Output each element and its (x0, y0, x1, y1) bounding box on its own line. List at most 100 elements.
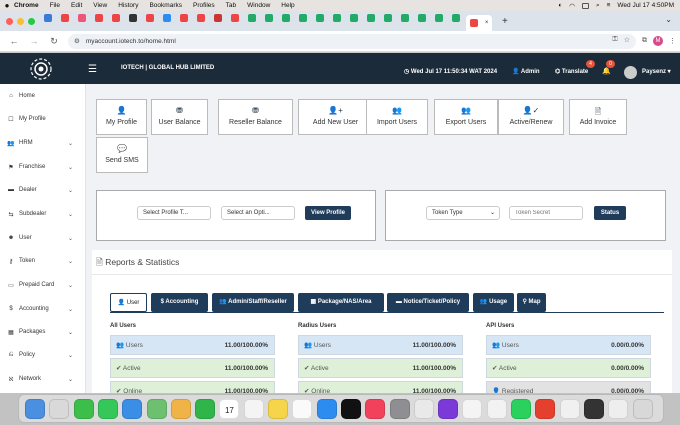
view-profile-button[interactable]: View Profile (305, 206, 351, 220)
apple-icon[interactable]: ● (0, 1, 14, 10)
browser-tab[interactable] (92, 11, 105, 25)
bookmark-star-icon[interactable]: ☆ (624, 36, 630, 44)
browser-tab[interactable] (75, 11, 88, 25)
site-info-icon[interactable]: ⚙ (74, 37, 80, 45)
freeform-icon[interactable] (292, 399, 313, 419)
app-logo[interactable] (28, 57, 54, 81)
password-key-icon[interactable]: ⚿ (612, 36, 617, 44)
facetime-icon[interactable] (73, 399, 94, 419)
sidebar-item-home[interactable]: ⌂ Home (0, 89, 86, 103)
browser-tab[interactable] (449, 11, 462, 25)
sidebar-item-packages[interactable]: ▦ Packages ⌄ (0, 325, 86, 339)
token-secret-input[interactable] (509, 206, 583, 220)
menu-window[interactable]: Window (247, 2, 270, 9)
messages-icon[interactable] (97, 399, 118, 419)
quick-export-users-button[interactable]: 👥 Export Users (434, 99, 498, 135)
minimize-window-icon[interactable] (17, 17, 24, 25)
document-icon[interactable] (559, 399, 580, 419)
browser-tab[interactable] (109, 11, 122, 25)
finder-icon[interactable] (25, 399, 45, 419)
bell-icon[interactable]: 🔔 (602, 67, 611, 75)
select-profile-type[interactable]: Select Profile T... (137, 206, 211, 220)
menubar-clock[interactable]: Wed Jul 17 4:50PM (617, 2, 674, 9)
status-icon[interactable]: ◐ (558, 2, 562, 9)
browser-tab[interactable] (364, 11, 377, 25)
browser-tab[interactable] (398, 11, 411, 25)
back-icon[interactable]: ← (8, 36, 20, 46)
admin-link[interactable]: 👤 Admin (512, 68, 540, 75)
browser-tab[interactable] (415, 11, 428, 25)
search-icon[interactable]: ⌕ (596, 2, 600, 10)
whatsapp-icon[interactable] (511, 399, 531, 419)
facetime2-icon[interactable] (195, 399, 216, 419)
menu-help[interactable]: Help (281, 2, 294, 9)
profile-avatar[interactable]: M (653, 36, 663, 46)
status-button[interactable]: Status (594, 206, 626, 220)
trash-icon[interactable] (632, 399, 653, 419)
menu-bookmarks[interactable]: Bookmarks (149, 2, 182, 9)
browser-tab[interactable] (347, 11, 360, 25)
browser-tab[interactable] (126, 11, 139, 25)
browser-tab-active[interactable]: × (466, 15, 492, 31)
browser-tab[interactable] (296, 11, 309, 25)
report-tab-user[interactable]: 👤 User (110, 293, 147, 312)
sidebar-item-my-profile[interactable]: ☐ My Profile (0, 112, 86, 126)
maps-icon[interactable] (146, 399, 167, 419)
launchpad-icon[interactable] (49, 399, 70, 419)
chrome-menu-icon[interactable]: ⋮ (669, 37, 676, 45)
mysql-icon[interactable] (413, 399, 434, 419)
chrome-icon[interactable] (486, 399, 507, 419)
reminders-icon[interactable] (243, 399, 264, 419)
browser-tab[interactable] (211, 11, 224, 25)
quick-reseller-balance-button[interactable]: ⛃ Reseller Balance (218, 99, 293, 135)
browser-tab[interactable] (262, 11, 275, 25)
sidebar-item-subdealer[interactable]: ⇆ Subdealer ⌄ (0, 207, 86, 221)
mail-icon[interactable] (122, 399, 143, 419)
select-option[interactable]: Select an Opti... (221, 206, 295, 220)
appstore-icon[interactable] (316, 399, 337, 419)
forward-icon[interactable]: → (28, 36, 40, 46)
music-icon[interactable] (365, 399, 386, 419)
zoom-window-icon[interactable] (28, 17, 35, 25)
report-tab-notice-ticket-policy[interactable]: ▬ Notice/Ticket/Policy (387, 293, 469, 312)
sidebar-item-policy[interactable]: ⎌ Policy ⌄ (0, 348, 86, 362)
quick-user-balance-button[interactable]: ⛃ User Balance (151, 99, 208, 135)
user-avatar[interactable] (624, 66, 637, 79)
phpstorm-icon[interactable] (438, 399, 459, 419)
sidebar-item-dealer[interactable]: ▬ Dealer ⌄ (0, 183, 86, 197)
quick-my-profile-button[interactable]: 👤 My Profile (96, 99, 147, 135)
quick-add-new-user-button[interactable]: 👤+ Add New User (298, 99, 373, 135)
report-tab-package-nas-area[interactable]: ▦ Package/NAS/Area (298, 293, 384, 312)
browser-tab[interactable] (143, 11, 156, 25)
menu-view[interactable]: View (93, 2, 107, 9)
menu-edit[interactable]: Edit (71, 2, 82, 9)
sidebar-item-hrm[interactable]: 👥 HRM ⌄ (0, 136, 86, 150)
browser-tab[interactable] (58, 11, 71, 25)
sidebar-item-prepaid-card[interactable]: ▭ Prepaid Card ⌄ (0, 278, 86, 292)
menu-profiles[interactable]: Profiles (193, 2, 215, 9)
sidebar-item-franchise[interactable]: ⚑ Franchise ⌄ (0, 160, 86, 174)
battery-icon[interactable] (581, 2, 589, 9)
quick-send-sms-button[interactable]: 💬 Send SMS (96, 137, 148, 173)
menu-chrome[interactable]: Chrome (14, 2, 39, 9)
browser-tab[interactable] (160, 11, 173, 25)
translate-link[interactable]: ⌬ Translate (555, 68, 588, 75)
new-tab-icon[interactable]: + (502, 16, 508, 27)
wifi-icon[interactable]: ◠ (569, 2, 575, 10)
anydesk-icon[interactable] (535, 399, 556, 419)
screen-icon[interactable] (583, 399, 604, 419)
menu-history[interactable]: History (118, 2, 138, 9)
tv-icon[interactable] (340, 399, 361, 419)
notes-icon[interactable] (268, 399, 288, 419)
browser-tab[interactable] (41, 11, 54, 25)
quick-import-users-button[interactable]: 👥 Import Users (366, 99, 428, 135)
quick-add-invoice-button[interactable]: 🗎 Add Invoice (569, 99, 627, 135)
settings-icon[interactable] (389, 399, 410, 419)
browser-tab[interactable] (330, 11, 343, 25)
report-tab-usage[interactable]: 👥 Usage (473, 293, 514, 312)
reload-icon[interactable]: ↻ (48, 36, 60, 47)
report-tab-map[interactable]: ⚲ Map (517, 293, 546, 312)
screenshot-icon[interactable] (608, 399, 629, 419)
report-tab-admin-staff-reseller[interactable]: 👥 Admin/Staff/Reseller (212, 293, 294, 312)
close-tab-icon[interactable]: × (485, 20, 489, 26)
